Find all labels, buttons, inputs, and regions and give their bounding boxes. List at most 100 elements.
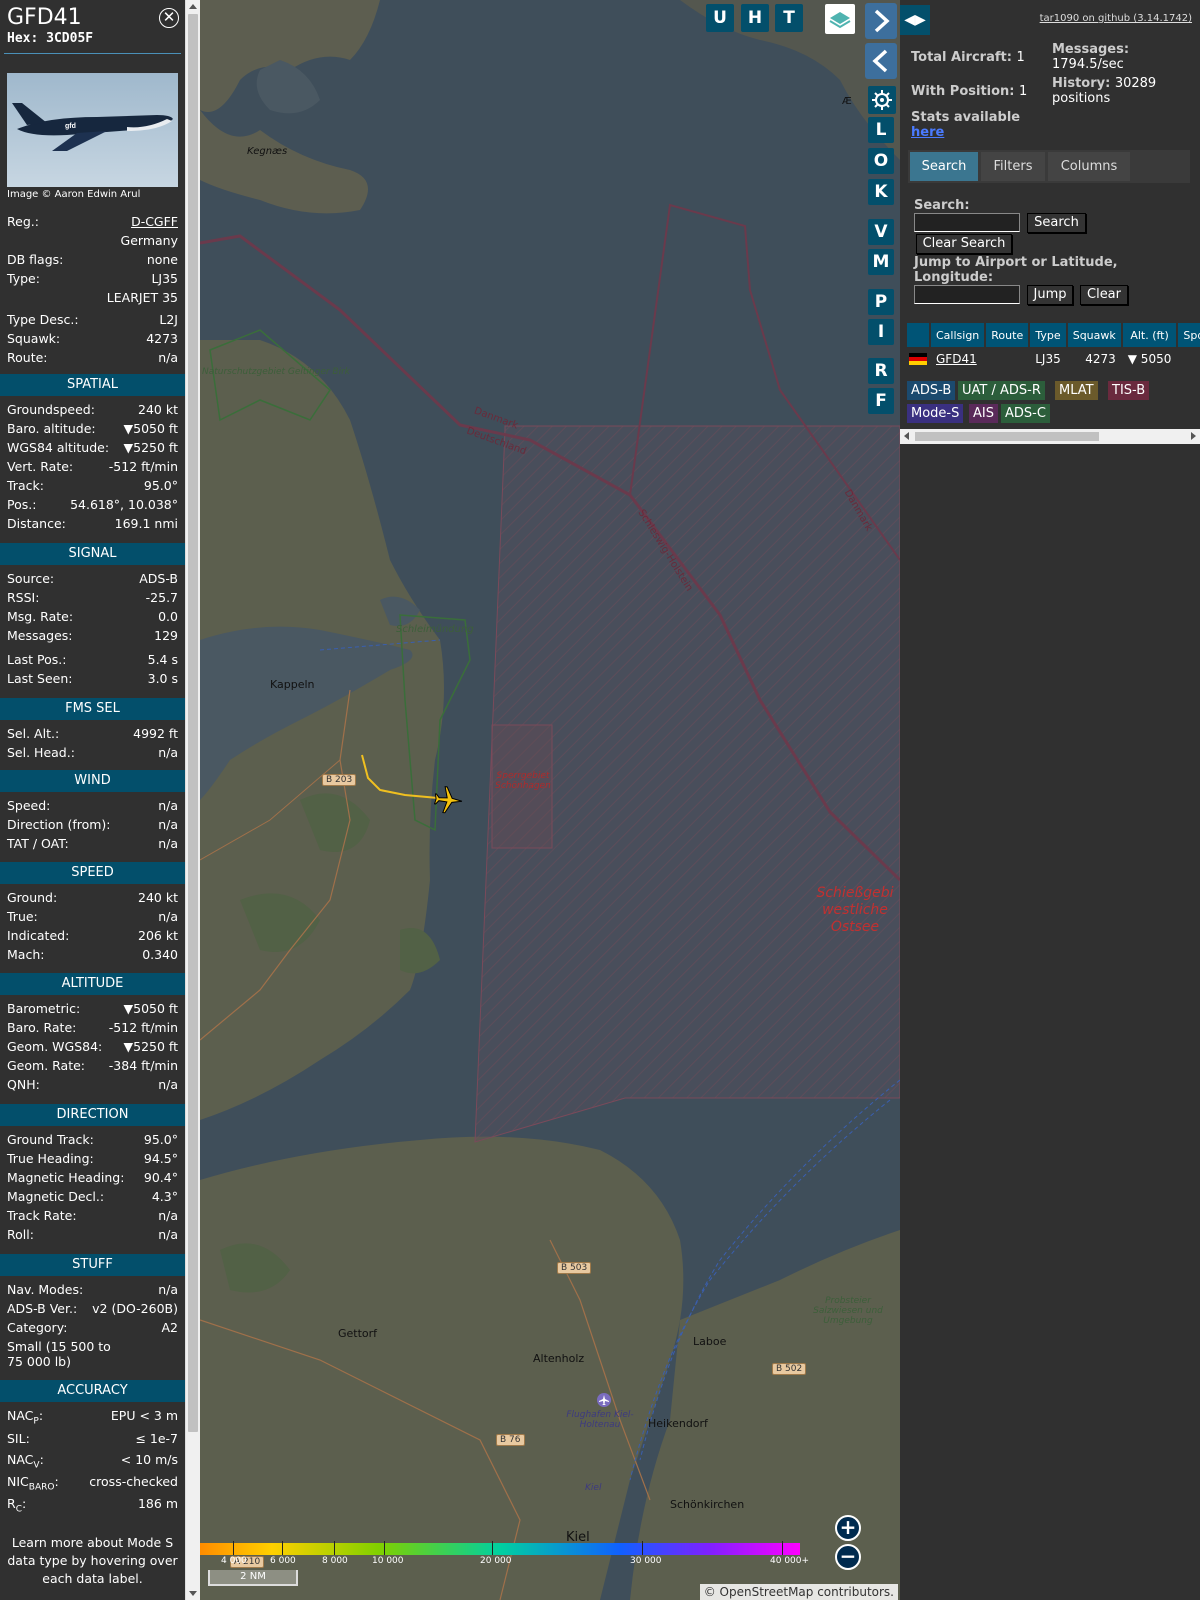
detail-label[interactable]: Indicated: [7,927,69,944]
detail-label[interactable]: Category: [7,1319,67,1336]
detail-panel-scrollbar[interactable] [185,0,200,1600]
detail-label[interactable]: Nav. Modes: [7,1281,83,1298]
map-button-o[interactable]: O [868,148,894,174]
detail-label[interactable]: Geom. WGS84: [7,1038,102,1055]
collapse-panel-button[interactable] [865,43,897,79]
aircraft-photo[interactable]: gfd [7,73,178,187]
detail-label[interactable]: Sel. Head.: [7,744,75,761]
clear-search-button[interactable]: Clear Search [916,234,1012,254]
legend-tis-b[interactable]: TIS-B [1108,381,1150,400]
tab-filters[interactable]: Filters [981,152,1045,181]
table-horizontal-scrollbar[interactable] [900,429,1200,444]
toggle-sidebar-button[interactable]: ◀▶ [900,5,930,35]
github-link[interactable]: tar1090 on github (3.14.1742) [1040,13,1192,24]
expand-panel-button[interactable] [865,3,897,39]
detail-label[interactable]: TAT / OAT: [7,835,69,852]
map-button-h[interactable]: H [741,4,769,32]
zoom-out-button[interactable]: − [835,1544,861,1570]
column-header-type[interactable]: Type [1029,323,1068,347]
detail-label[interactable]: Type Desc.: [7,311,79,328]
detail-label[interactable]: QNH: [7,1076,40,1093]
map-button-t[interactable]: T [775,4,803,32]
detail-label[interactable]: Mach: [7,946,44,963]
map-button-k[interactable]: K [868,179,894,205]
callsign-cell[interactable]: GFD41 [930,347,987,370]
detail-label[interactable]: Last Seen: [7,670,72,687]
detail-label[interactable]: True Heading: [7,1150,94,1167]
detail-label[interactable]: Sel. Alt.: [7,725,59,742]
stats-link[interactable]: here [911,125,944,140]
detail-label[interactable]: Track Rate: [7,1207,77,1224]
column-header-route[interactable]: Route [985,323,1031,347]
detail-label[interactable]: NACP: [7,1407,43,1431]
legend-ais[interactable]: AIS [969,404,998,423]
detail-label[interactable]: Distance: [7,515,66,532]
scroll-up-icon[interactable] [189,4,197,9]
jump-button[interactable]: Jump [1027,285,1073,305]
detail-label[interactable]: DB flags: [7,251,63,268]
column-header-flag[interactable] [907,323,931,347]
detail-label[interactable]: True: [7,908,38,925]
jump-input[interactable] [914,285,1020,304]
close-icon[interactable]: ✕ [159,8,179,28]
legend-uat-ads-r[interactable]: UAT / ADS-R [958,381,1045,400]
map-view[interactable]: Kegnæs Æ Naturschutzgebiet Geltinger Bir… [200,0,900,1600]
detail-label[interactable]: Baro. altitude: [7,420,96,437]
layers-button[interactable] [825,4,855,34]
legend-mode-s[interactable]: Mode-S [907,404,964,423]
detail-label[interactable]: Last Pos.: [7,651,66,668]
detail-label[interactable]: Type: [7,270,40,287]
detail-label[interactable]: Vert. Rate: [7,458,73,475]
detail-label[interactable]: Speed: [7,797,50,814]
legend-ads-b[interactable]: ADS-B [907,381,956,400]
scroll-thumb[interactable] [915,432,1099,441]
detail-label[interactable]: Track: [7,477,44,494]
detail-label[interactable]: RSSI: [7,589,39,606]
detail-label[interactable]: Direction (from): [7,816,111,833]
clear-button[interactable]: Clear [1080,285,1128,305]
detail-label[interactable]: Messages: [7,627,73,644]
column-header-altitude[interactable]: Alt. (ft) [1121,323,1179,347]
scroll-down-icon[interactable] [189,1591,197,1596]
detail-label[interactable]: Msg. Rate: [7,608,73,625]
detail-label[interactable]: Pos.: [7,496,36,513]
detail-label[interactable]: Route: [7,349,48,366]
column-header-speed[interactable]: Spd [1177,323,1200,347]
search-input[interactable] [914,213,1020,232]
detail-label[interactable]: Roll: [7,1226,34,1243]
settings-button[interactable] [868,86,896,114]
detail-label[interactable]: Source: [7,570,54,587]
detail-label[interactable]: Ground Track: [7,1131,94,1148]
column-header-squawk[interactable]: Squawk [1066,323,1123,347]
detail-label[interactable]: Barometric: [7,1000,80,1017]
detail-label[interactable]: Geom. Rate: [7,1057,85,1074]
detail-label[interactable]: WGS84 altitude: [7,439,109,456]
detail-label[interactable]: NACV: [7,1451,44,1475]
detail-label[interactable]: Magnetic Decl.: [7,1188,104,1205]
map-attribution[interactable]: © OpenStreetMap contributors. [699,1584,898,1600]
column-header-callsign[interactable]: Callsign [930,323,987,347]
detail-label[interactable]: Baro. Rate: [7,1019,76,1036]
map-button-r[interactable]: R [868,358,894,384]
scroll-left-icon[interactable] [904,432,909,440]
detail-value[interactable]: D-CGFF [131,213,178,230]
scroll-thumb[interactable] [188,14,198,1432]
detail-label[interactable]: RC: [7,1495,26,1519]
detail-label[interactable]: Reg.: [7,213,39,230]
detail-label[interactable]: Ground: [7,889,57,906]
legend-mlat[interactable]: MLAT [1055,381,1098,400]
scroll-right-icon[interactable] [1191,432,1196,440]
detail-label[interactable]: Squawk: [7,330,60,347]
search-button[interactable]: Search [1027,213,1086,233]
map-button-i[interactable]: I [868,319,894,345]
map-button-l[interactable]: L [868,117,894,143]
detail-label[interactable]: Groundspeed: [7,401,95,418]
detail-label[interactable]: ADS-B Ver.: [7,1300,77,1317]
legend-ads-c[interactable]: ADS-C [1001,404,1050,423]
map-button-v[interactable]: V [868,219,894,245]
table-row[interactable]: GFD41 LJ35 4273 ▼ 5050 [907,347,1200,370]
map-button-m[interactable]: M [868,249,894,275]
map-button-p[interactable]: P [868,289,894,315]
map-button-u[interactable]: U [706,4,734,32]
tab-search[interactable]: Search [910,152,978,181]
